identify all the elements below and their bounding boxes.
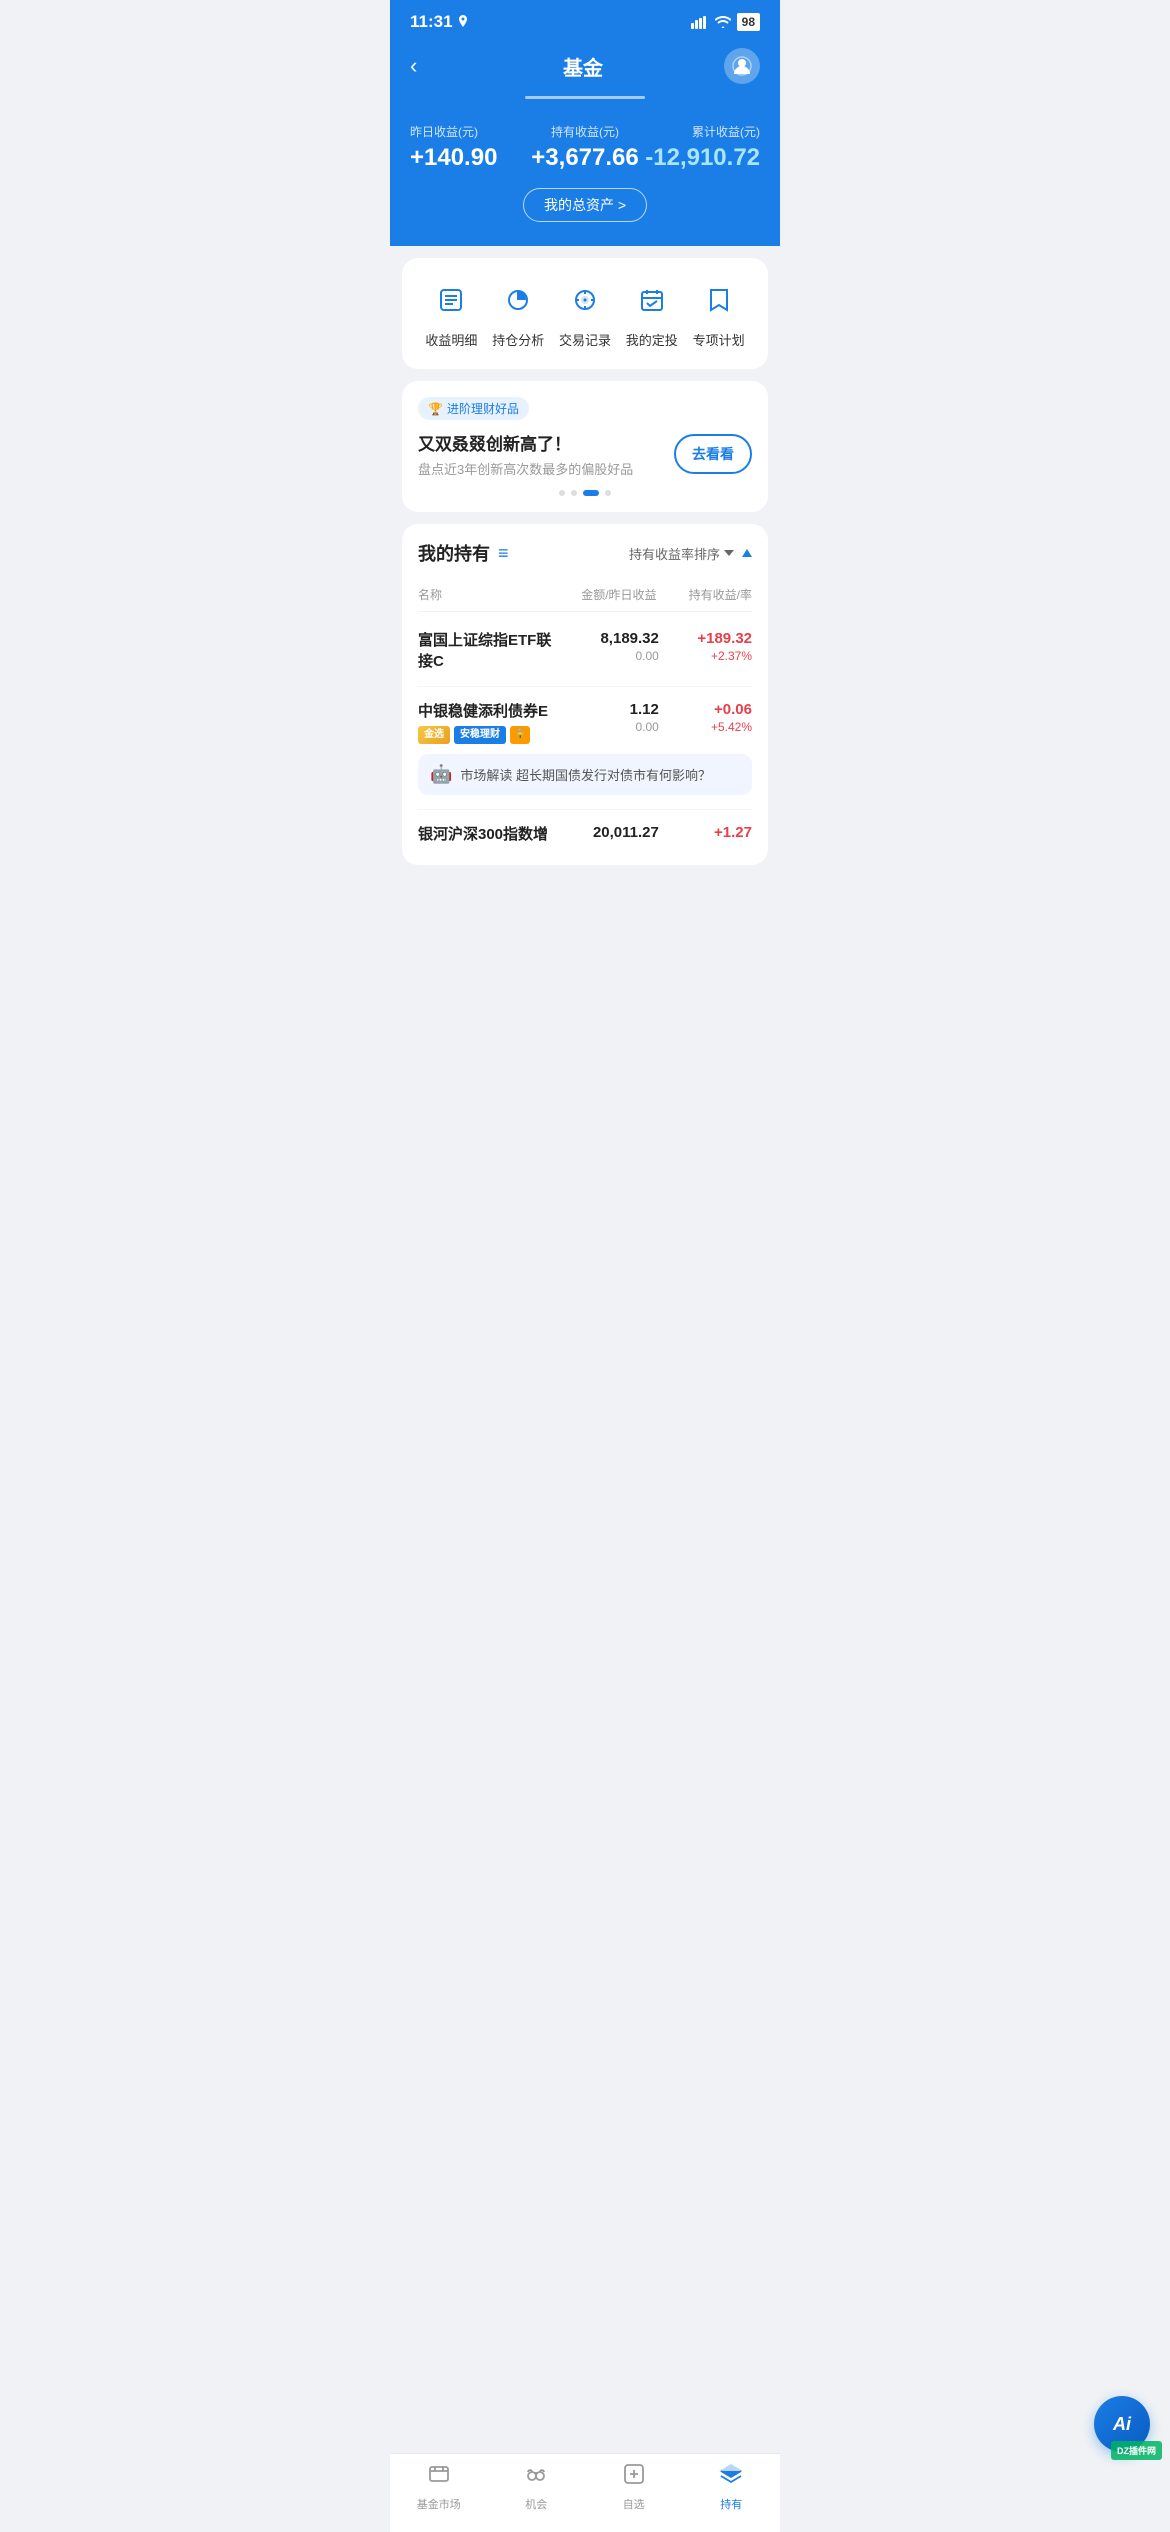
promo-content: 又双叒叕创新高了！ 盘点近3年创新高次数最多的偏股好品 去看看 (418, 430, 752, 478)
calendar-icon-svg (638, 286, 666, 314)
layers-svg-icon (719, 2462, 743, 2486)
robot-icon: 🤖 (430, 764, 452, 785)
battery-indicator: 98 (737, 13, 760, 31)
signal-icon (691, 15, 709, 29)
location-icon (457, 15, 469, 29)
holdings-title: 我的持有 ≡ (418, 540, 509, 566)
stat-cumulative: 累计收益(元) -12,910.72 (643, 123, 760, 172)
stats-row: 昨日收益(元) +140.90 持有收益(元) +3,677.66 累计收益(元… (410, 123, 760, 172)
header-underline (390, 96, 780, 107)
status-time: 11:31 (410, 12, 469, 32)
my-fixed-icon (630, 278, 674, 322)
market-svg-icon (427, 2462, 451, 2486)
fund-1-profit: +189.32 +2.37% (659, 630, 752, 663)
avatar-icon (732, 56, 752, 76)
fund-item-1[interactable]: 富国上证综指ETF联接C 8,189.32 0.00 +189.32 +2.37… (418, 616, 752, 687)
nav-item-fund-market[interactable]: 基金市场 (390, 2462, 488, 2512)
fund-2-name: 中银稳健添利债券E 金选 安稳理财 🔒 (418, 701, 566, 744)
bottom-nav: 基金市场 机会 自选 (390, 2453, 780, 2532)
column-headers: 名称 金额/昨日收益 持有收益/率 (418, 578, 752, 612)
bookmark-icon-svg (705, 286, 733, 314)
promo-tag: 🏆 进阶理财好品 (418, 397, 529, 420)
list-icon-svg (437, 286, 465, 314)
holdings-nav-icon (719, 2462, 743, 2492)
nav-item-opportunity[interactable]: 机会 (488, 2462, 586, 2512)
badge-lock-icon: 🔒 (510, 726, 530, 744)
stat-yesterday: 昨日收益(元) +140.90 (410, 123, 527, 172)
page-header: ‹ 基金 (390, 40, 780, 96)
wifi-icon (715, 15, 731, 29)
nav-item-holdings[interactable]: 持有 (683, 2462, 781, 2512)
trophy-icon: 🏆 (428, 402, 443, 416)
back-button[interactable]: ‹ (410, 53, 442, 79)
stats-section: 昨日收益(元) +140.90 持有收益(元) +3,677.66 累计收益(元… (390, 107, 780, 246)
menu-item-position-analysis[interactable]: 持仓分析 (492, 278, 544, 349)
avatar[interactable] (724, 48, 760, 84)
fund-2-badges: 金选 安稳理财 🔒 (418, 726, 558, 744)
holdings-list-icon[interactable]: ≡ (498, 543, 509, 564)
badge-stable: 安稳理财 (454, 726, 506, 744)
promo-banner: 🏆 进阶理财好品 又双叒叕创新高了！ 盘点近3年创新高次数最多的偏股好品 去看看 (402, 381, 768, 512)
fund-market-icon (427, 2462, 451, 2492)
dot-2 (571, 490, 577, 496)
fund-1-amount: 8,189.32 0.00 (566, 630, 659, 663)
fund-item-3[interactable]: 银河沪深300指数增 20,011.27 +1.27 (418, 810, 752, 849)
holdings-header: 我的持有 ≡ 持有收益率排序 (418, 540, 752, 566)
opportunity-icon (524, 2462, 548, 2492)
special-plan-icon (697, 278, 741, 322)
pie-icon-svg (504, 286, 532, 314)
dot-1 (559, 490, 565, 496)
sort-triangle-icon (742, 549, 752, 557)
fund-item-2[interactable]: 中银稳健添利债券E 金选 安稳理财 🔒 1.12 0.00 +0.06 +5.4… (418, 687, 752, 810)
holdings-section: 我的持有 ≡ 持有收益率排序 名称 金额/昨日收益 持有收益/率 富国上证综指E… (402, 524, 768, 865)
menu-item-profit-detail[interactable]: 收益明细 (425, 278, 477, 349)
fund-row-3: 银河沪深300指数增 20,011.27 +1.27 (418, 824, 752, 845)
fund-row-2: 中银稳健添利债券E 金选 安稳理财 🔒 1.12 0.00 +0.06 +5.4… (418, 701, 752, 744)
promo-dots (418, 490, 752, 496)
dot-3 (583, 490, 599, 496)
market-insight-banner[interactable]: 🤖 市场解读 超长期国债发行对债市有何影响？ (418, 754, 752, 795)
fund-2-profit: +0.06 +5.42% (659, 701, 752, 734)
nav-item-watchlist[interactable]: 自选 (585, 2462, 683, 2512)
binoculars-svg-icon (524, 2462, 548, 2486)
menu-item-my-fixed[interactable]: 我的定投 (626, 278, 678, 349)
promo-cta-button[interactable]: 去看看 (674, 434, 752, 474)
fund-2-amount: 1.12 0.00 (566, 701, 659, 734)
dot-4 (605, 490, 611, 496)
position-analysis-icon (496, 278, 540, 322)
total-assets-button[interactable]: 我的总资产 > (523, 188, 647, 222)
circle-check-icon-svg (571, 286, 599, 314)
badge-gold: 金选 (418, 726, 450, 744)
fund-3-amount: 20,011.27 (566, 824, 659, 841)
menu-item-special-plan[interactable]: 专项计划 (693, 278, 745, 349)
dropdown-icon (724, 550, 734, 556)
menu-card: 收益明细 持仓分析 (402, 258, 768, 369)
watermark: DZ插件网 (1111, 2441, 1162, 2460)
fund-3-profit: +1.27 (659, 824, 752, 841)
stat-holding: 持有收益(元) +3,677.66 (527, 123, 644, 172)
fund-row-1: 富国上证综指ETF联接C 8,189.32 0.00 +189.32 +2.37… (418, 630, 752, 672)
promo-text: 又双叒叕创新高了！ 盘点近3年创新高次数最多的偏股好品 (418, 430, 633, 478)
page-title: 基金 (442, 52, 724, 81)
sort-button[interactable]: 持有收益率排序 (629, 544, 752, 563)
profit-detail-icon (429, 278, 473, 322)
status-bar: 11:31 98 (390, 0, 780, 40)
menu-row: 收益明细 持仓分析 (418, 278, 752, 349)
add-svg-icon (622, 2462, 646, 2486)
trade-record-icon (563, 278, 607, 322)
status-icons: 98 (691, 13, 760, 31)
watchlist-icon (622, 2462, 646, 2492)
menu-item-trade-record[interactable]: 交易记录 (559, 278, 611, 349)
